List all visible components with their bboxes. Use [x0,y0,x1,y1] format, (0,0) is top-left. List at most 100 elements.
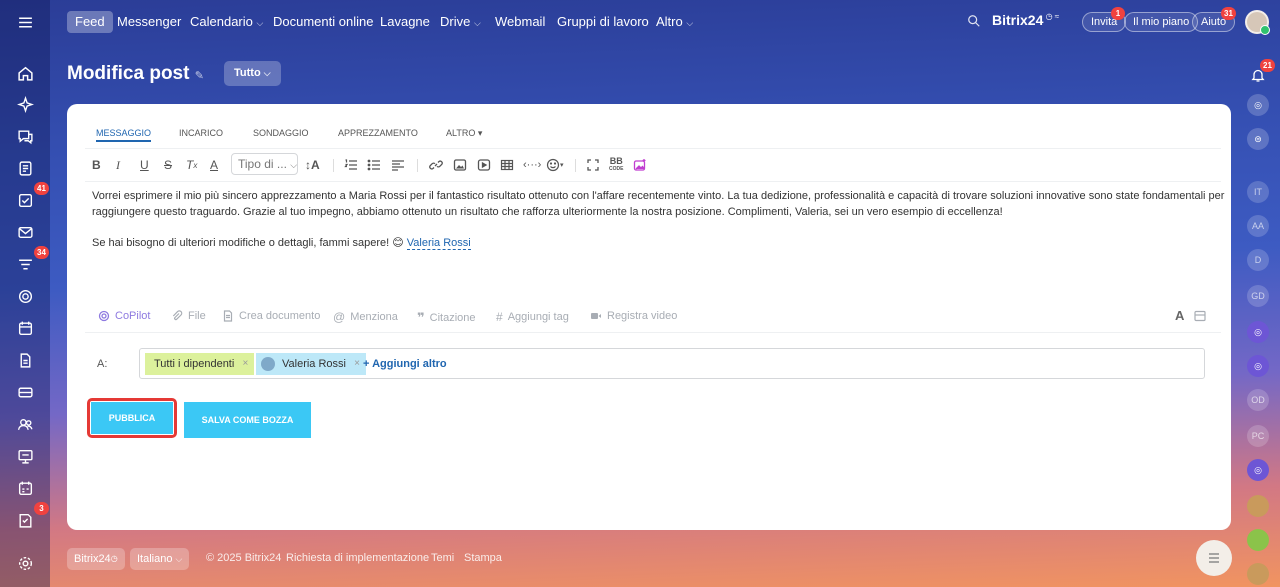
file-button[interactable]: File [171,310,206,322]
remove-icon[interactable]: × [242,353,248,375]
contact-d[interactable]: D [1247,249,1269,271]
link-icon[interactable] [429,157,443,173]
contact-pc[interactable]: PC [1247,425,1269,447]
bell-icon[interactable]: 21 [1247,59,1275,86]
mention-button[interactable]: @ Menziona [333,310,398,324]
quick-actions-button[interactable] [1196,540,1232,576]
mention-link[interactable]: Valeria Rossi [406,237,471,250]
recipient-tag-user[interactable]: Valeria Rossi × [256,353,366,375]
copilot-chat-icon[interactable]: ◎ [1247,321,1269,343]
mail-icon[interactable] [13,220,37,244]
sites-icon[interactable] [13,284,37,308]
copilot-panel-icon[interactable]: ◎ [1247,94,1269,116]
documents-icon[interactable] [13,348,37,372]
user-avatar[interactable] [1245,10,1270,35]
add-tag-button[interactable]: # Aggiungi tag [496,310,569,324]
user-avatar-small[interactable] [1247,563,1269,585]
group-avatar[interactable] [1247,529,1269,551]
quote-label: Citazione [429,312,476,324]
contact-gd[interactable]: GD [1247,285,1269,307]
group-avatar[interactable] [1247,495,1269,517]
chat-panel-icon[interactable]: ⊜ [1247,128,1269,150]
nav-gruppi[interactable]: Gruppi di lavoro [557,11,649,33]
bbcode-icon[interactable]: BB CODE [609,157,623,173]
record-video-button[interactable]: Registra video [590,310,677,322]
groups-icon[interactable] [13,412,37,436]
bold-icon[interactable]: B [92,157,101,173]
nav-feed[interactable]: Feed [67,11,113,33]
home-icon[interactable] [13,61,37,85]
nav-webmail[interactable]: Webmail [495,11,545,33]
nav-calendario[interactable]: Calendario ⌵ [190,11,263,33]
nav-altro[interactable]: Altro ⌵ [656,11,693,33]
text-color-icon[interactable]: A [210,157,218,173]
toolbar-divider [417,159,418,172]
tab-apprezzamento[interactable]: APPREZZAMENTO [338,128,418,138]
contact-it[interactable]: IT [1247,181,1269,203]
strikethrough-icon[interactable]: S [164,157,172,173]
drive-icon[interactable] [13,380,37,404]
align-icon[interactable] [391,157,405,173]
contact-aa[interactable]: AA [1247,215,1269,237]
table-icon[interactable] [500,157,514,173]
footer-brand[interactable]: Bitrix24◷ [67,548,125,570]
clear-format-icon[interactable]: Tx [186,157,197,173]
copilot-image-icon[interactable] [633,157,647,173]
text-style-icon[interactable]: A [1175,308,1184,323]
tab-incarico[interactable]: INCARICO [179,128,223,138]
schedule-icon[interactable] [13,476,37,500]
copilot-chat-icon[interactable]: ◎ [1247,459,1269,481]
chevron-down-icon: ⌵ [290,160,298,170]
tab-messaggio[interactable]: MESSAGGIO [96,128,152,142]
code-icon[interactable]: ‹···› [523,157,541,173]
numbered-list-icon[interactable] [344,157,358,173]
copilot-icon[interactable] [13,92,37,116]
footer-link-themes[interactable]: Temi [431,552,454,564]
font-select[interactable]: Tipo di ... ⌵ [231,153,298,175]
nav-documenti[interactable]: Documenti online [273,11,373,33]
recipient-tag-all[interactable]: Tutti i dipendenti × [145,353,255,375]
tasks-icon[interactable]: 41 [13,182,49,212]
presentation-icon[interactable] [13,444,37,468]
footer-link-print[interactable]: Stampa [464,552,502,564]
feed-icon[interactable] [13,156,37,180]
contact-od[interactable]: OD [1247,389,1269,411]
fullscreen-icon[interactable] [586,157,600,173]
add-more-link[interactable]: + Aggiungi altro [363,358,447,370]
nav-lavagne[interactable]: Lavagne [380,11,430,33]
nav-drive[interactable]: Drive ⌵ [440,11,481,33]
copilot-button[interactable]: CoPilot [98,310,150,322]
tab-altro[interactable]: ALTRO ▾ [446,128,482,139]
image-icon[interactable] [453,157,467,173]
remove-icon[interactable]: × [354,353,360,375]
publish-button[interactable]: PUBBLICA [91,402,173,434]
workflows-icon[interactable]: 3 [13,502,49,532]
panel-toggle-icon[interactable] [1194,310,1206,325]
chevron-down-icon: ⌵ [473,18,481,28]
video-icon[interactable] [477,157,491,173]
save-draft-button[interactable]: SALVA COME BOZZA [184,402,311,438]
italic-icon[interactable]: I [116,157,120,173]
filter-feed-icon[interactable]: 34 [13,246,49,276]
plan-button[interactable]: Il mio piano [1124,12,1199,32]
language-label: Italiano [137,553,173,565]
footer-link-implementation[interactable]: Richiesta di implementazione [286,552,429,564]
emoji-icon[interactable]: ▾ [546,157,564,173]
copilot-chat-icon[interactable]: ◎ [1247,355,1269,377]
search-icon[interactable] [967,14,983,30]
create-document-button[interactable]: Crea documento [222,310,320,322]
nav-messenger[interactable]: Messenger [117,11,181,33]
menu-icon[interactable] [13,10,37,34]
bullet-list-icon[interactable] [367,157,381,173]
font-size-icon[interactable]: ↕A [305,157,320,173]
tab-sondaggio[interactable]: SONDAGGIO [253,128,309,138]
pin-icon[interactable]: ✎ [195,70,204,82]
chat-icon[interactable] [13,124,37,148]
language-select[interactable]: Italiano ⌵ [130,548,190,570]
filter-dropdown[interactable]: Tutto ⌵ [224,61,281,86]
settings-icon[interactable] [13,551,37,575]
underline-icon[interactable]: U [140,157,149,173]
calendar-icon[interactable] [13,316,37,340]
quote-button[interactable]: ❞ Citazione [417,310,476,326]
at-icon: @ [333,310,346,324]
